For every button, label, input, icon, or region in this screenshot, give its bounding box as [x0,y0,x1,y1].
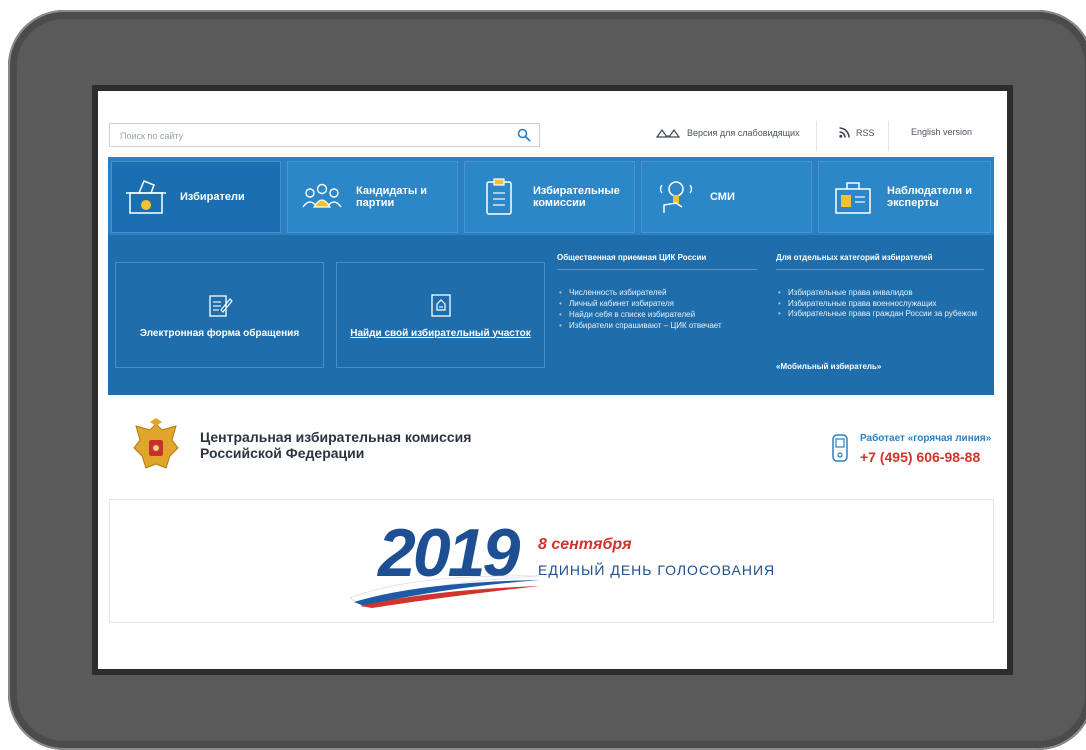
tab-candidates[interactable]: Кандидаты и партии [287,161,458,233]
divider [776,269,984,270]
flag-swoosh-icon [350,575,540,608]
org-title: Центральная избирательная комиссия Росси… [200,429,471,461]
reception-list: Численность избирателей Личный кабинет и… [557,287,722,331]
rss-icon [839,127,850,138]
rss-link[interactable]: RSS [839,127,875,138]
polling-station-icon [430,293,451,317]
banner-subtitle: ЕДИНЫЙ ДЕНЬ ГОЛОСОВАНИЯ [538,562,776,578]
org-title-line: Центральная избирательная комиссия [200,429,472,445]
microphone-icon [659,181,693,213]
list-item[interactable]: Личный кабинет избирателя [557,298,722,309]
tab-label: Избирательные комиссии [533,185,620,209]
tab-label: Наблюдатели и эксперты [887,185,972,209]
e-appeal-card[interactable]: Электронная форма обращения [115,262,324,368]
voters-dropdown-panel: Электронная форма обращения Найди свой и… [108,235,994,395]
badge-icon [835,182,871,214]
card-label: Электронная форма обращения [139,327,300,339]
find-station-card[interactable]: Найди свой избирательный участок [336,262,545,368]
top-bar: Версия для слабовидящих RSS English vers… [98,91,1007,153]
divider [557,269,757,270]
search-icon[interactable] [517,128,531,142]
people-icon [302,183,342,208]
divider [888,121,889,151]
divider [816,121,817,151]
banner-date: 8 сентября [538,536,632,553]
search-input[interactable] [110,124,522,148]
hotline-label: Работает «горячая линия» [860,433,992,444]
main-nav: Избиратели Кандидаты и партии Избиратель… [108,157,994,235]
list-item[interactable]: Избирательные права граждан России за ру… [776,309,986,318]
tab-label: Кандидаты и партии [356,185,428,209]
list-item[interactable]: Найди себя в списке избирателей [557,309,722,320]
ballot-box-icon [126,180,166,214]
card-label[interactable]: Найди свой избирательный участок [350,328,531,339]
hotline-phone[interactable]: +7 (495) 606-98-88 [860,449,980,465]
edit-form-icon [208,294,233,317]
search-box[interactable] [109,123,540,148]
tab-voters[interactable]: Избиратели [111,161,281,233]
list-item[interactable]: Избирательные права инвалидов [776,287,986,298]
categories-list: Избирательные права инвалидов Избиратель… [776,287,986,318]
clipboard-icon [486,178,512,215]
mobile-phone-icon [832,434,848,462]
english-link[interactable]: English version [911,127,972,137]
accessibility-label[interactable]: Версия для слабовидящих [687,128,800,138]
list-item[interactable]: Избиратели спрашивают – ЦИК отвечает [557,320,722,331]
tab-label: СМИ [710,191,735,203]
list-item[interactable]: Численность избирателей [557,287,722,298]
mobile-voter-link[interactable]: «Мобильный избиратель» [776,362,881,371]
election-banner[interactable]: 2019 8 сентября ЕДИНЫЙ ДЕНЬ ГОЛОСОВАНИЯ [109,499,994,623]
tab-label: Избиратели [180,191,245,203]
english-label[interactable]: English version [911,127,972,137]
org-title-line: Российской Федерации [200,445,365,461]
glasses-icon [655,128,681,138]
reception-title: Общественная приемная ЦИК России [557,253,707,262]
accessibility-link[interactable]: Версия для слабовидящих [655,127,800,139]
tab-media[interactable]: СМИ [641,161,812,233]
tab-observers[interactable]: Наблюдатели и эксперты [818,161,991,233]
rss-label[interactable]: RSS [856,128,875,138]
website-page: Версия для слабовидящих RSS English vers… [98,91,1007,669]
coat-of-arms-icon [133,418,179,469]
tab-commissions[interactable]: Избирательные комиссии [464,161,635,233]
list-item[interactable]: Избирательные права военнослужащих [776,298,986,309]
categories-title: Для отдельных категорий избирателей [776,253,933,262]
